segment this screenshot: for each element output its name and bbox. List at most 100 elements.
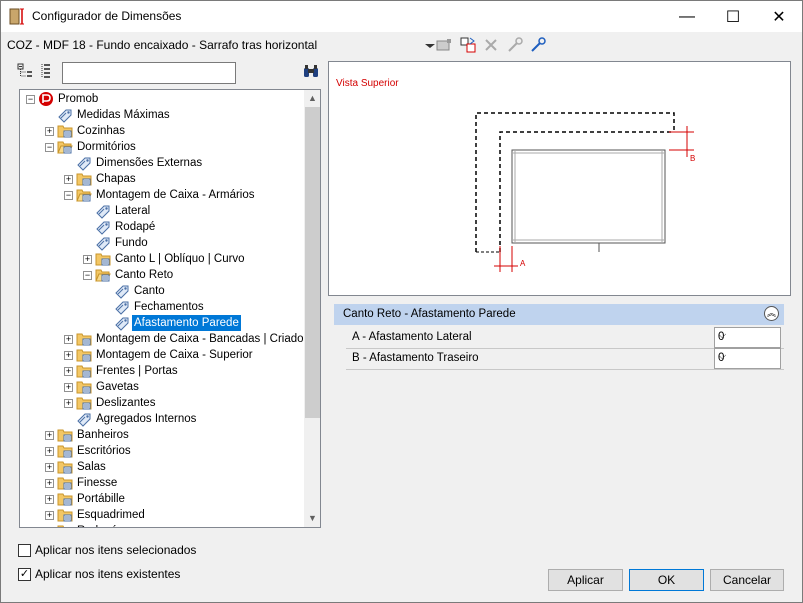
afastamento-traseiro-select[interactable]: 0 ⌵ (714, 348, 781, 369)
tree-node-dimensoes-externas[interactable]: Dimensões Externas (20, 155, 304, 171)
folder-icon (57, 507, 73, 523)
tree-node-montagem-caixa-bancadas[interactable]: + Montagem de Caixa - Bancadas | Criados (20, 331, 309, 347)
expand-icon[interactable]: + (64, 367, 73, 376)
tree-node-lateral[interactable]: Lateral (20, 203, 304, 219)
paste-item-icon[interactable] (459, 36, 477, 54)
tree-node-banheiros[interactable]: + Banheiros (20, 427, 304, 443)
tree-node-label: Dormitórios (77, 141, 136, 153)
tree-node-label: Banheiros (77, 429, 129, 441)
tree-node-finesse[interactable]: + Finesse (20, 475, 304, 491)
folder-icon (57, 475, 73, 491)
category-tree[interactable]: + Rodapé + Esquadrimed + Portábille + Finesse + S… (19, 89, 321, 528)
tag-icon (57, 107, 73, 123)
tree-node-frentes-portas[interactable]: + Frentes | Portas (20, 363, 304, 379)
promob-logo-icon (38, 91, 54, 107)
minimize-button[interactable]: — (664, 1, 710, 32)
folder-icon (76, 395, 92, 411)
chevron-down-icon[interactable]: ⌵ (718, 350, 777, 363)
section-header[interactable]: Canto Reto - Afastamento Parede ︽ (334, 304, 784, 325)
title-bar: Configurador de Dimensões — ☐ ✕ (1, 1, 802, 32)
dim-a-label: A (520, 259, 526, 268)
tree-node-label: Rodapé (115, 221, 156, 233)
tree-node-medidas-maximas[interactable]: Medidas Máximas (20, 107, 304, 123)
tree-node-gavetas[interactable]: + Gavetas (20, 379, 304, 395)
section-title: Canto Reto - Afastamento Parede (343, 308, 516, 320)
expand-all-icon[interactable] (17, 63, 33, 79)
expand-icon[interactable]: + (45, 495, 54, 504)
tree-node-label: Lateral (115, 205, 151, 217)
top-view-drawing: A B (475, 112, 695, 272)
cancel-button[interactable]: Cancelar (710, 569, 784, 591)
chevron-down-icon[interactable]: ⌵ (718, 329, 777, 342)
tree-node-canto-l[interactable]: + Canto L | Oblíquo | Curvo (20, 251, 304, 267)
collapse-up-icon[interactable]: ︽ (764, 306, 779, 321)
expand-icon[interactable]: + (45, 431, 54, 440)
expand-icon[interactable]: + (64, 383, 73, 392)
window-title: Configurador de Dimensões (32, 9, 182, 23)
ok-button[interactable]: OK (629, 569, 704, 591)
expand-icon[interactable]: + (45, 479, 54, 488)
scroll-up-icon[interactable]: ▲ (304, 90, 320, 107)
close-button[interactable]: ✕ (756, 1, 802, 32)
collapse-icon[interactable]: − (83, 271, 92, 280)
tag-icon (95, 203, 111, 219)
tree-node-afastamento-parede[interactable]: Afastamento Parede (20, 315, 304, 331)
tree-scrollbar[interactable]: ▲ ▼ (304, 90, 320, 527)
tree-node-salas[interactable]: + Salas (20, 459, 304, 475)
edit-tool-icon[interactable] (529, 36, 547, 54)
apply-existing-checkbox[interactable]: ✓ (18, 568, 31, 581)
tree-node-rodape[interactable]: Rodapé (20, 219, 304, 235)
tag-icon (95, 235, 111, 251)
expand-icon[interactable]: + (64, 351, 73, 360)
expand-icon[interactable]: + (47, 527, 52, 528)
property-name: A - Afastamento Lateral (352, 331, 472, 343)
collapse-icon[interactable]: − (64, 191, 73, 200)
tree-node-portabille[interactable]: + Portábille (20, 491, 304, 507)
expand-icon[interactable]: + (64, 335, 73, 344)
tree-node-esquadrimed[interactable]: + Esquadrimed (20, 507, 304, 523)
tree-node-montagem-caixa-superior[interactable]: + Montagem de Caixa - Superior (20, 347, 304, 363)
tree-node-montagem-caixa-armarios[interactable]: − Montagem de Caixa - Armários (20, 187, 304, 203)
apply-button[interactable]: Aplicar (548, 569, 623, 591)
tree-node-label: Montagem de Caixa - Armários (96, 189, 255, 201)
tools-icon[interactable] (506, 36, 524, 54)
collapse-icon[interactable]: − (26, 95, 35, 104)
copy-item-icon[interactable] (435, 36, 453, 54)
scroll-down-icon[interactable]: ▼ (304, 510, 320, 527)
tree-node-promob[interactable]: − Promob (20, 91, 304, 107)
apply-selected-checkbox[interactable] (18, 544, 31, 557)
afastamento-lateral-select[interactable]: 0 ⌵ (714, 327, 781, 348)
tree-node-fundo[interactable]: Fundo (20, 235, 304, 251)
binoculars-icon[interactable] (303, 64, 319, 80)
tree-node-label: Esquadrimed (77, 509, 145, 521)
delete-icon[interactable] (482, 36, 500, 54)
expand-icon[interactable]: + (45, 463, 54, 472)
expand-icon[interactable]: + (45, 447, 54, 456)
tree-node-dormitorios[interactable]: − Dormitórios (20, 139, 304, 155)
dim-b-label: B (690, 154, 695, 163)
folder-icon (76, 347, 92, 363)
tree-node-agregados-internos[interactable]: Agregados Internos (20, 411, 304, 427)
tree-node-deslizantes[interactable]: + Deslizantes (20, 395, 304, 411)
tree-node-rodape-folder[interactable]: + Rodapé (20, 523, 304, 528)
tree-node-cozinhas[interactable]: + Cozinhas (20, 123, 304, 139)
expand-icon[interactable]: + (64, 399, 73, 408)
tree-node-label: Montagem de Caixa - Superior (96, 349, 253, 361)
collapse-icon[interactable]: − (45, 143, 54, 152)
expand-icon[interactable]: + (64, 175, 73, 184)
maximize-button[interactable]: ☐ (710, 1, 756, 32)
tree-node-label: Montagem de Caixa - Bancadas | Criados (96, 333, 310, 345)
search-input[interactable] (62, 62, 236, 84)
expand-icon[interactable]: + (83, 255, 92, 264)
expand-icon[interactable]: + (45, 127, 54, 136)
tree-node-fechamentos[interactable]: Fechamentos (20, 299, 304, 315)
tree-node-escritorios[interactable]: + Escritórios (20, 443, 304, 459)
tree-node-canto-reto[interactable]: − Canto Reto (20, 267, 304, 283)
tree-node-chapas[interactable]: + Chapas (20, 171, 304, 187)
scrollbar-thumb[interactable] (305, 107, 320, 418)
collapse-all-icon[interactable] (41, 63, 53, 79)
tag-icon (95, 219, 111, 235)
tree-node-label: Deslizantes (96, 397, 156, 409)
expand-icon[interactable]: + (45, 511, 54, 520)
tree-node-canto[interactable]: Canto (20, 283, 304, 299)
